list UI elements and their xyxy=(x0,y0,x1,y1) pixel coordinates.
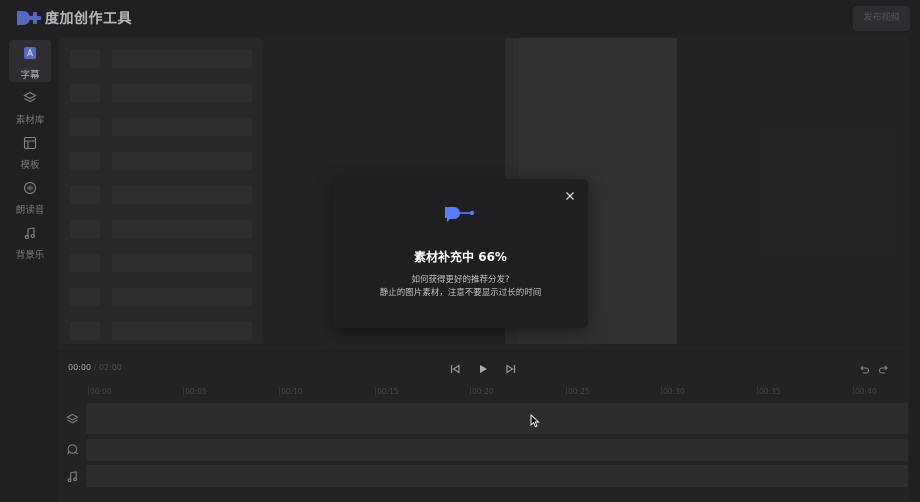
upload-illustration-icon xyxy=(445,207,475,222)
tip-question: 如何获得更好的推荐分发? xyxy=(411,275,510,285)
material-progress-dialog: 素材补充中 66% 如何获得更好的推荐分发? 静止的图片素材，注意不要显示过长的… xyxy=(333,179,588,328)
progress-title: 素材补充中 66% xyxy=(414,250,507,264)
close-icon[interactable] xyxy=(565,191,575,201)
mouse-cursor-icon xyxy=(530,414,540,428)
tip-text: 静止的图片素材，注意不要显示过长的时间 xyxy=(379,288,542,298)
